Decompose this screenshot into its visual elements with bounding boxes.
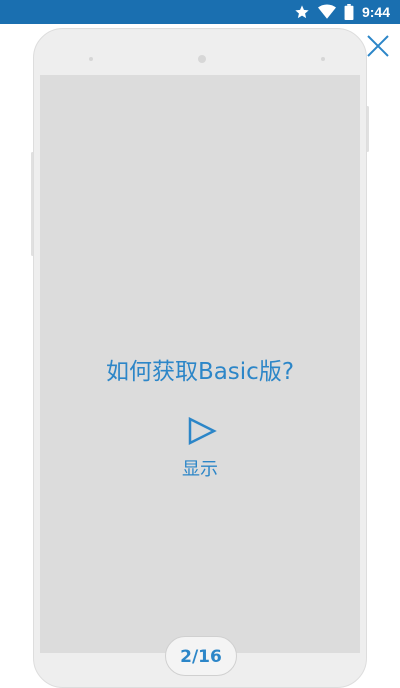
phone-sensor-dot xyxy=(89,57,93,61)
close-button[interactable] xyxy=(366,34,390,58)
slide-question: 如何获取Basic版? xyxy=(105,359,295,385)
show-answer-button[interactable] xyxy=(187,416,217,446)
page-indicator: 2/16 xyxy=(165,636,237,676)
star-icon xyxy=(294,4,310,20)
wifi-icon xyxy=(317,4,336,20)
close-icon xyxy=(367,35,389,57)
phone-sensor-dot xyxy=(321,57,325,61)
phone-camera xyxy=(198,55,206,63)
play-icon xyxy=(188,416,217,446)
status-icons: 9:44 xyxy=(294,0,390,24)
show-answer-label[interactable]: 显示 xyxy=(0,455,400,481)
battery-icon xyxy=(344,4,354,20)
status-bar: 9:44 xyxy=(0,0,400,24)
status-time: 9:44 xyxy=(361,4,390,20)
